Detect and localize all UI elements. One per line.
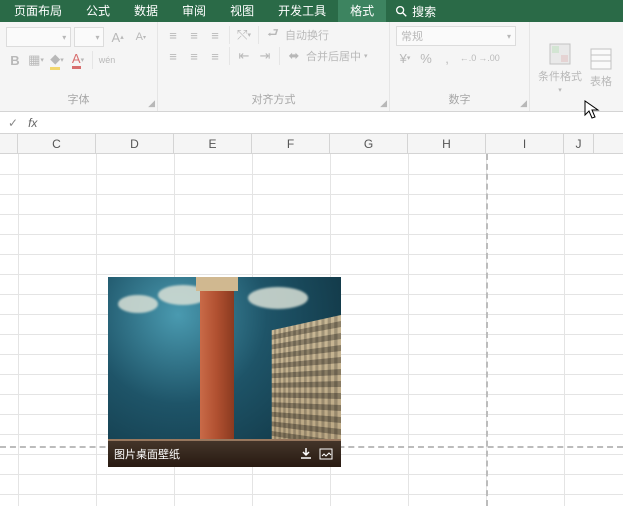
bold-icon[interactable]: B [6,51,24,69]
formula-accept-icon[interactable]: ✓ [8,116,18,130]
ribbon: ▾ ▾ A▴ A▾ B ▦▾ ◆▾ A▾ wén 字体 ◢ ≡ ≡ ≡ [0,22,623,112]
set-wallpaper-icon[interactable] [317,445,335,463]
image-overlay-bar: 图片桌面壁纸 [108,441,341,467]
tab-view[interactable]: 视图 [218,0,266,22]
number-dialog-launcher[interactable]: ◢ [520,98,527,109]
font-family-dropdown[interactable]: ▾ [6,27,71,47]
align-center-icon[interactable]: ≡ [185,47,203,65]
increase-indent-icon[interactable]: ⇥ [256,47,274,65]
fill-color-icon[interactable]: ◆▾ [48,51,66,69]
font-color-icon[interactable]: A▾ [69,51,87,69]
ribbon-group-font: ▾ ▾ A▴ A▾ B ▦▾ ◆▾ A▾ wén 字体 ◢ [0,22,158,111]
col-header-C[interactable]: C [18,134,96,153]
font-group-label: 字体 [6,89,151,109]
align-right-icon[interactable]: ≡ [206,47,224,65]
ribbon-tab-bar: 页面布局 公式 数据 审阅 视图 开发工具 格式 搜索 [0,0,623,22]
fx-icon[interactable]: fx [28,116,37,130]
merge-center-icon[interactable]: ⬌ [285,47,303,65]
decrease-font-icon[interactable]: A▾ [131,26,151,48]
col-header-E[interactable]: E [174,134,252,153]
conditional-format-button[interactable]: 条件格式 ▾ [536,42,584,94]
col-header-D[interactable]: D [96,134,174,153]
align-top-icon[interactable]: ≡ [164,26,182,44]
border-icon[interactable]: ▦▾ [27,51,45,69]
search-area[interactable]: 搜索 [394,3,436,20]
formula-bar: ✓ fx [0,112,623,134]
tab-format[interactable]: 格式 [338,0,386,22]
percent-icon[interactable]: % [417,49,435,67]
search-label: 搜索 [412,3,436,20]
tab-formulas[interactable]: 公式 [74,0,122,22]
increase-decimal-icon[interactable]: ←.0 [459,49,477,67]
tab-page-layout[interactable]: 页面布局 [2,0,74,22]
tab-developer[interactable]: 开发工具 [266,0,338,22]
col-header-G[interactable]: G [330,134,408,153]
font-size-dropdown[interactable]: ▾ [74,27,104,47]
ribbon-group-styles: 条件格式 ▾ 表格 [530,22,623,111]
embedded-picture[interactable]: 图片桌面壁纸 [108,277,341,467]
download-icon[interactable] [297,445,315,463]
align-left-icon[interactable]: ≡ [164,47,182,65]
font-dialog-launcher[interactable]: ◢ [148,98,155,109]
merge-center-label[interactable]: 合并后居中 [306,48,361,64]
column-header-row: C D E F G H I J [0,134,623,154]
image-caption: 图片桌面壁纸 [114,446,295,462]
ribbon-group-number: 常规▾ ¥▾ % , ←.0 →.00 数字 ◢ [390,22,530,111]
decrease-indent-icon[interactable]: ⇤ [235,47,253,65]
search-icon [394,4,408,18]
alignment-group-label: 对齐方式 [164,89,383,109]
col-header-F[interactable]: F [252,134,330,153]
align-bottom-icon[interactable]: ≡ [206,26,224,44]
ribbon-group-alignment: ≡ ≡ ≡ ⤲▾ ⮐ 自动换行 ≡ ≡ ≡ ⇤ ⇥ ⬌ 合并后居中 ▾ [158,22,390,111]
conditional-format-icon [548,42,572,66]
tab-data[interactable]: 数据 [122,0,170,22]
page-break-vertical [486,154,488,506]
table-style-icon [589,47,613,71]
wrap-text-label[interactable]: 自动换行 [285,27,329,43]
col-header-J[interactable]: J [564,134,594,153]
table-style-button[interactable]: 表格 [587,47,615,89]
number-format-dropdown[interactable]: 常规▾ [396,26,516,46]
alignment-dialog-launcher[interactable]: ◢ [380,98,387,109]
col-header-I[interactable]: I [486,134,564,153]
increase-font-icon[interactable]: A▴ [107,26,127,48]
currency-icon[interactable]: ¥▾ [396,49,414,67]
orientation-icon[interactable]: ⤲▾ [235,26,253,44]
decrease-decimal-icon[interactable]: →.00 [480,49,498,67]
align-middle-icon[interactable]: ≡ [185,26,203,44]
col-header-H[interactable]: H [408,134,486,153]
cell-grid[interactable]: 图片桌面壁纸 [0,154,623,506]
select-all-corner[interactable] [0,134,18,153]
comma-icon[interactable]: , [438,49,456,67]
number-group-label: 数字 [396,89,523,109]
tab-review[interactable]: 审阅 [170,0,218,22]
wrap-text-icon[interactable]: ⮐ [264,26,282,44]
phonetic-icon[interactable]: wén [98,51,116,69]
